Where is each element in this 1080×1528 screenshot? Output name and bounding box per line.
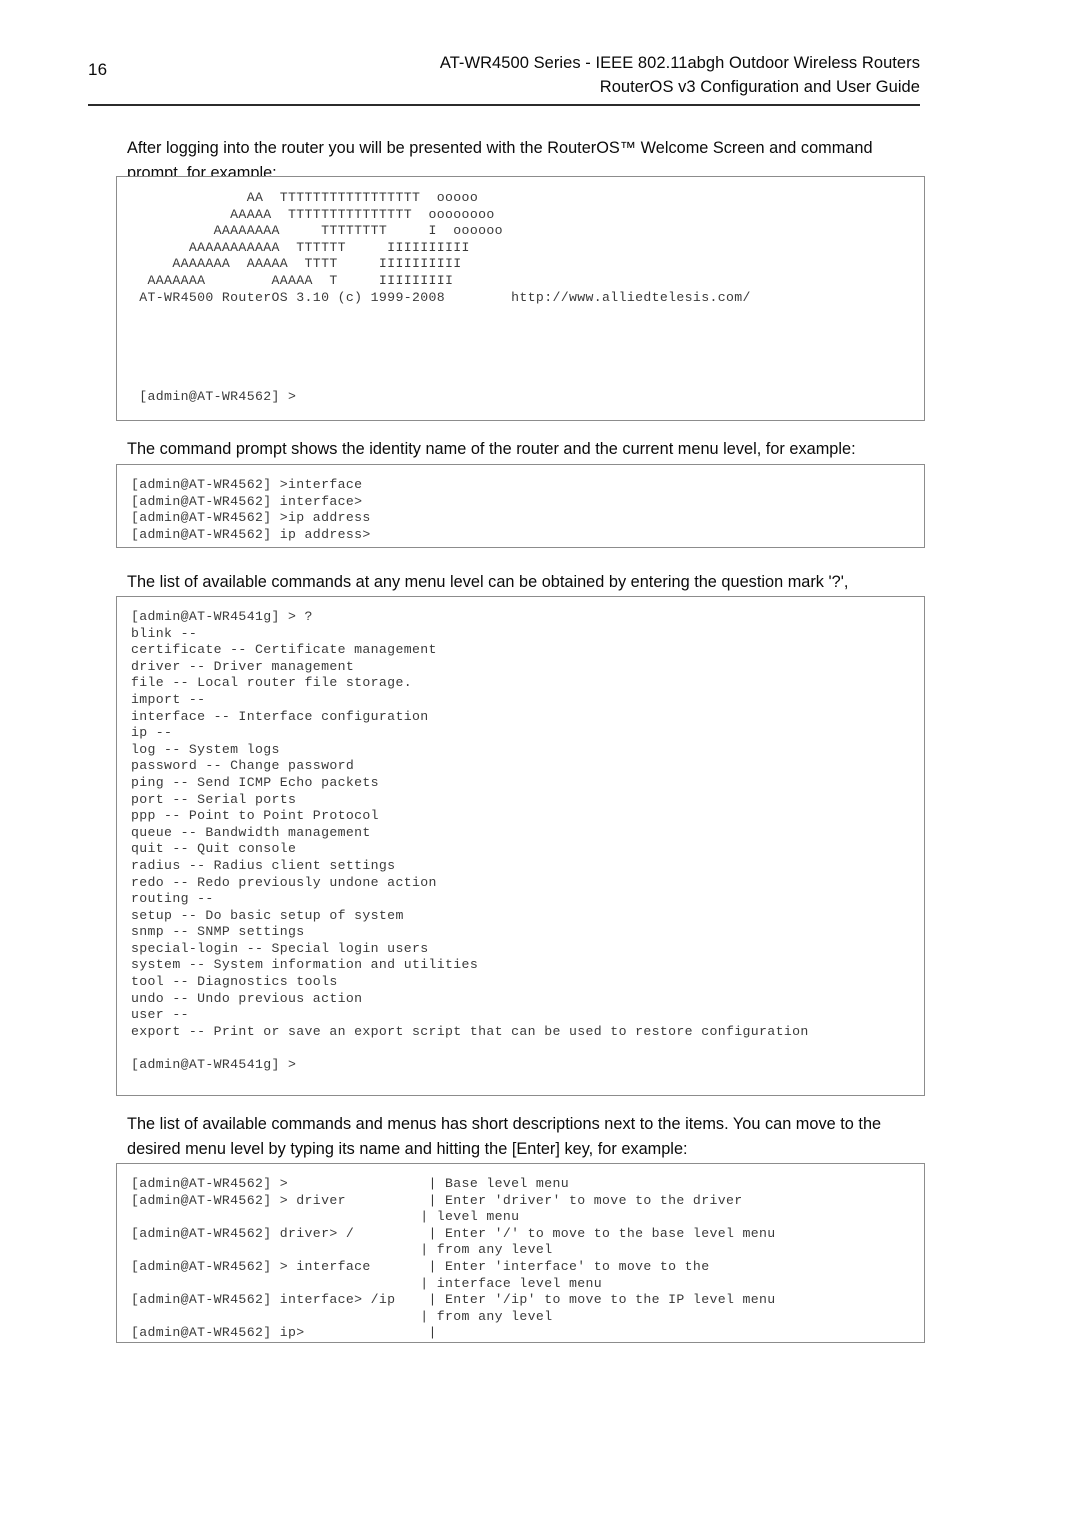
header-divider [88,104,920,106]
document-page: 16 AT-WR4500 Series - IEEE 802.11abgh Ou… [0,0,1080,1528]
page-number: 16 [88,60,108,79]
intro-paragraph-3: The list of available commands at any me… [127,573,849,591]
intro-paragraph-2: The command prompt shows the identity na… [127,440,856,458]
code-text-prompt-levels: [admin@AT-WR4562] >interface [admin@AT-W… [131,477,371,542]
code-block-command-list: [admin@AT-WR4541g] > ? blink -- certific… [116,596,925,1096]
header-title-block: AT-WR4500 Series - IEEE 802.11abgh Outdo… [440,52,920,100]
header-title-line-2: RouterOS v3 Configuration and User Guide [599,77,920,96]
header-title-line-1: AT-WR4500 Series - IEEE 802.11abgh Outdo… [439,54,920,72]
code-text-welcome-screen: AA TTTTTTTTTTTTTTTTT ooooo AAAAA TTTTTTT… [139,190,751,405]
code-block-prompt-levels: [admin@AT-WR4562] >interface [admin@AT-W… [116,464,925,548]
code-block-welcome-screen: AA TTTTTTTTTTTTTTTTT ooooo AAAAA TTTTTTT… [116,176,925,421]
intro-paragraph-4: The list of available commands and menus… [127,1115,882,1158]
code-text-menu-navigation: [admin@AT-WR4562] > | Base level menu [a… [131,1176,776,1341]
code-block-menu-navigation: [admin@AT-WR4562] > | Base level menu [a… [116,1163,925,1343]
code-text-command-list: [admin@AT-WR4541g] > ? blink -- certific… [131,609,809,1073]
page-header: 16 AT-WR4500 Series - IEEE 802.11abgh Ou… [88,52,920,104]
